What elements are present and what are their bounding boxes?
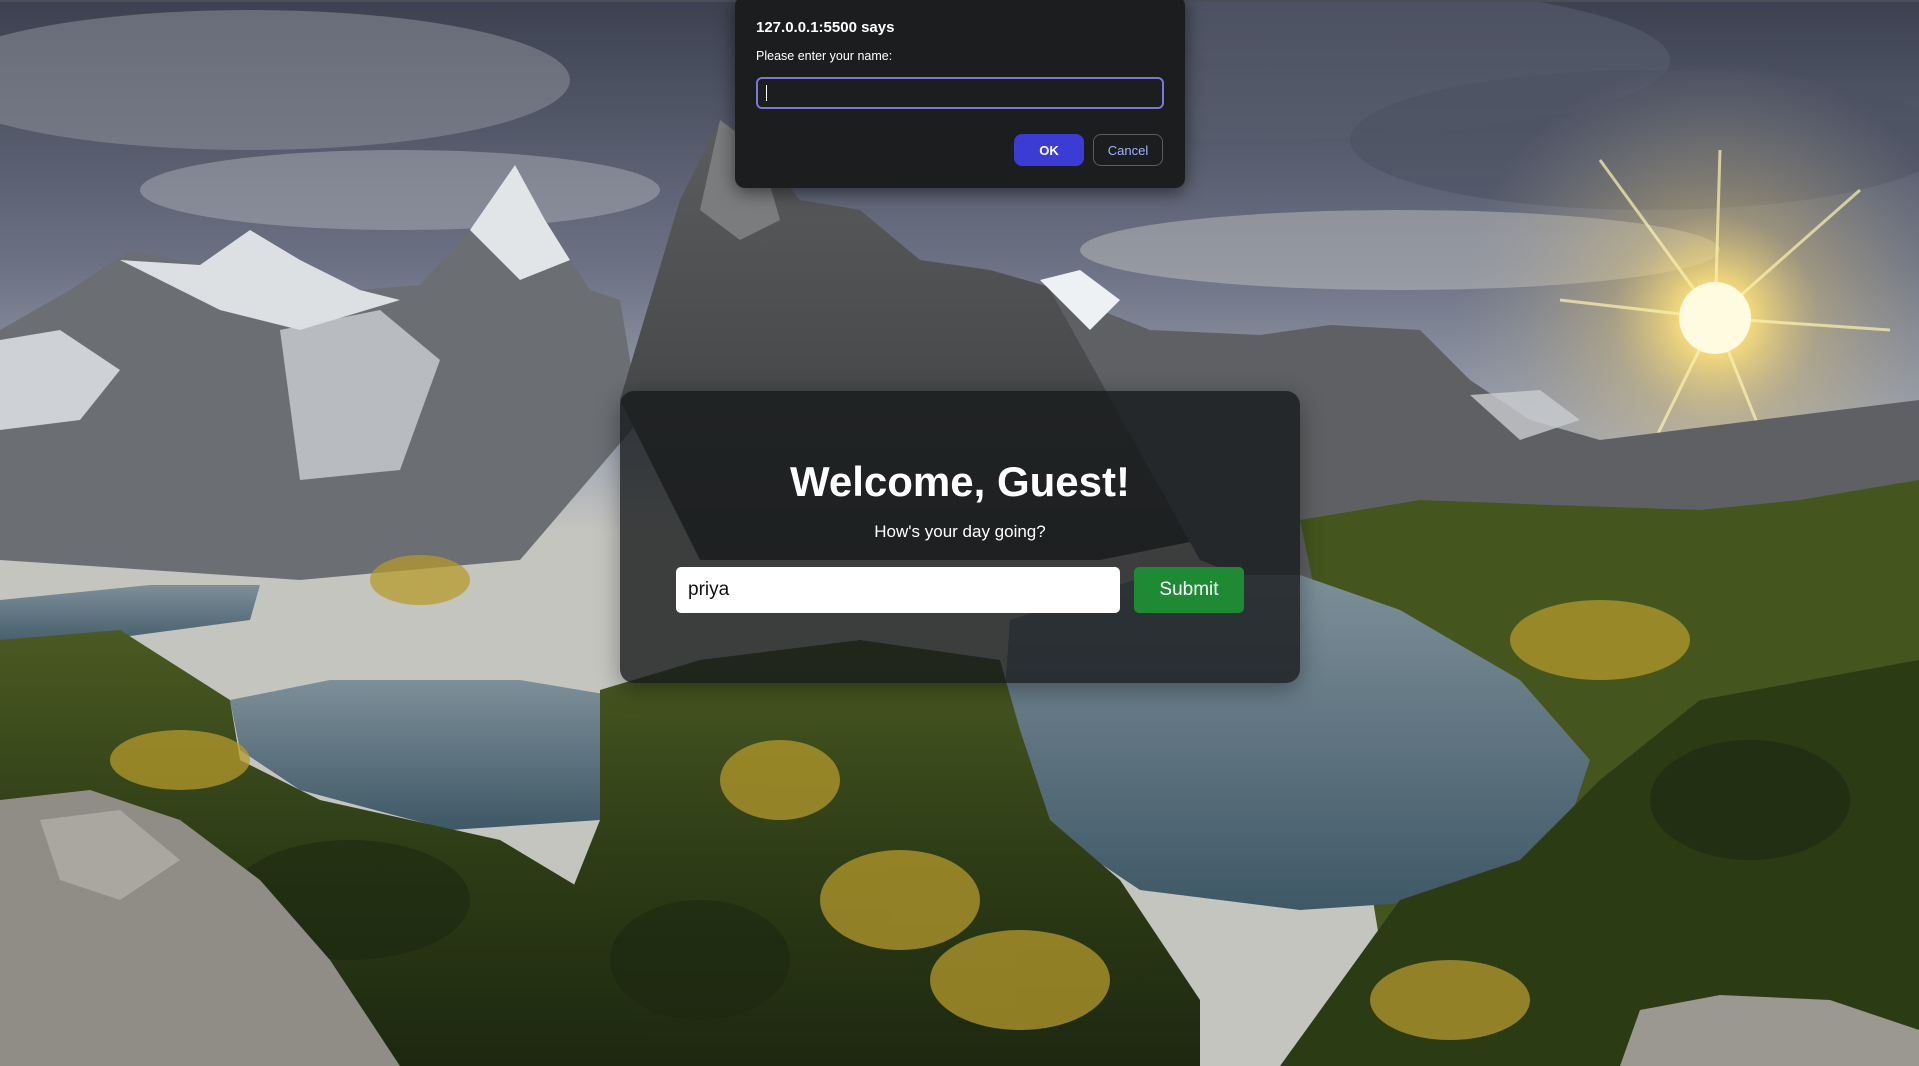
- welcome-subtitle: How's your day going?: [874, 522, 1046, 541]
- dialog-origin: 127.0.0.1:5500 says: [756, 19, 895, 36]
- prompt-dialog: 127.0.0.1:5500 says Please enter your na…: [735, 0, 1185, 188]
- dialog-message: Please enter your name:: [756, 49, 893, 63]
- prompt-input[interactable]: [756, 77, 1164, 109]
- submit-button[interactable]: Submit: [1134, 567, 1244, 613]
- name-input[interactable]: [676, 567, 1120, 613]
- welcome-card: Welcome, Guest! How's your day going? Su…: [620, 391, 1300, 683]
- cancel-button[interactable]: Cancel: [1093, 134, 1163, 166]
- ok-button[interactable]: OK: [1014, 134, 1084, 166]
- welcome-title: Welcome, Guest!: [790, 458, 1130, 505]
- text-cursor: [766, 85, 767, 101]
